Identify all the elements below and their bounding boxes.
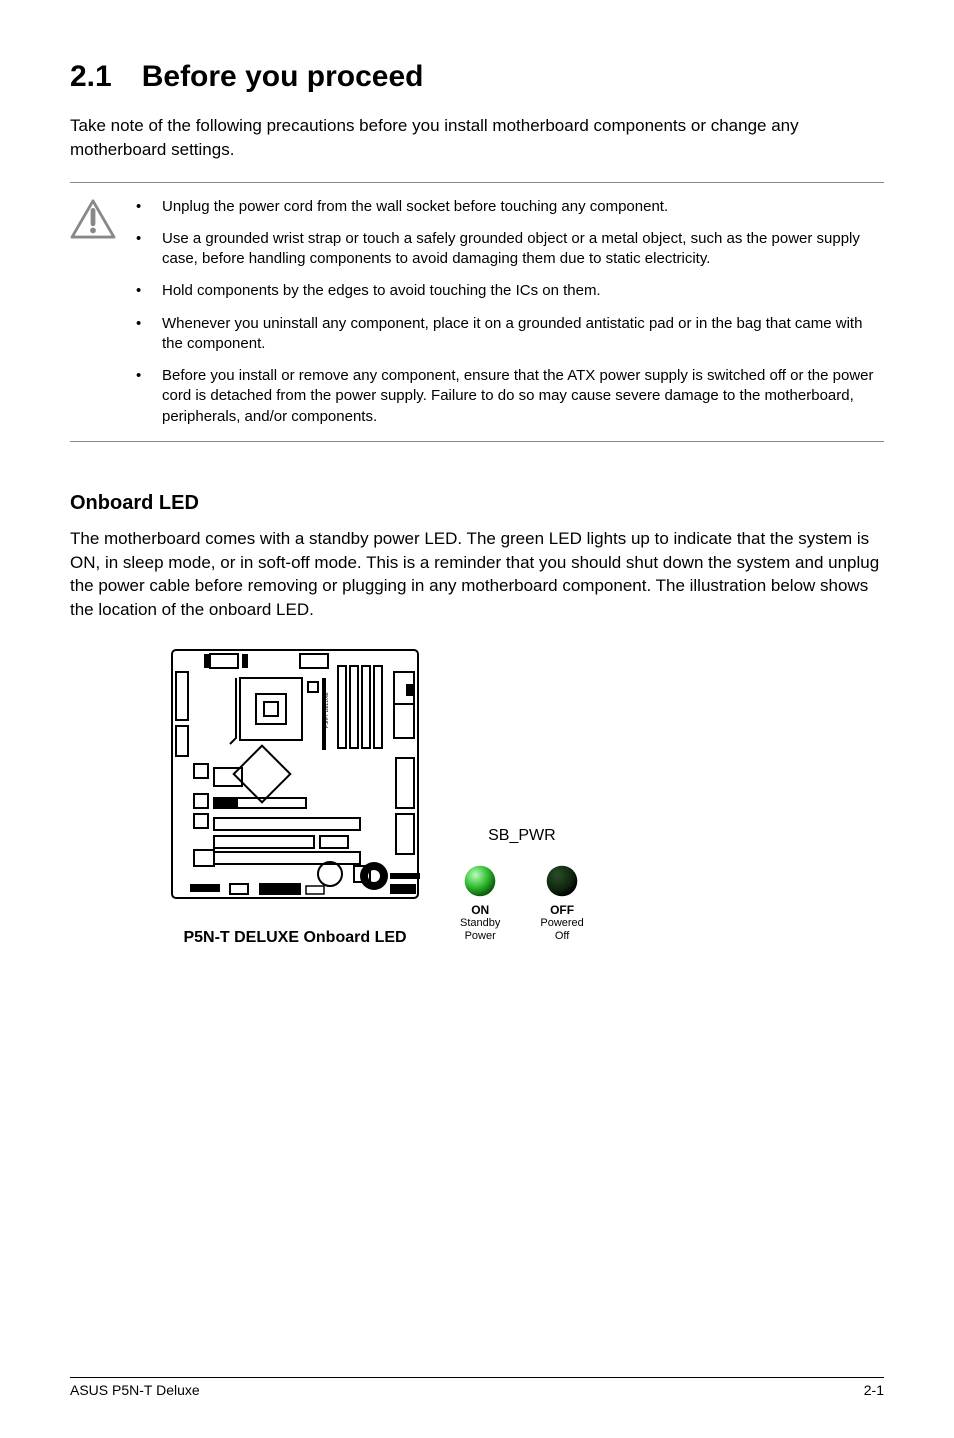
- led-off-sub1: Powered: [540, 917, 583, 930]
- page-footer: ASUS P5N-T Deluxe 2-1: [70, 1377, 884, 1398]
- caution-text: Before you install or remove any compone…: [162, 366, 884, 427]
- led-on-sub1: Standby: [460, 917, 500, 930]
- list-item: • Before you install or remove any compo…: [130, 366, 884, 427]
- caution-list: • Unplug the power cord from the wall so…: [130, 197, 884, 427]
- led-off-sub2: Off: [555, 930, 569, 943]
- led-on-item: ON Standby Power: [460, 863, 500, 943]
- caution-text: Hold components by the edges to avoid to…: [162, 281, 884, 301]
- footer-right: 2-1: [864, 1382, 884, 1398]
- section-number: 2.1: [70, 60, 112, 94]
- led-legend: SB_PWR ON Standby: [460, 827, 584, 947]
- caution-text: Use a grounded wrist strap or touch a sa…: [162, 229, 884, 270]
- list-item: • Hold components by the edges to avoid …: [130, 281, 884, 301]
- bullet-icon: •: [130, 314, 162, 355]
- caution-icon: [70, 197, 130, 244]
- led-off-icon: [544, 863, 580, 899]
- led-off-item: OFF Powered Off: [540, 863, 583, 943]
- list-item: • Unplug the power cord from the wall so…: [130, 197, 884, 217]
- motherboard-diagram: P5N-T DELUXE: [170, 648, 420, 918]
- figure: P5N-T DELUXE: [70, 648, 884, 947]
- intro-paragraph: Take note of the following precautions b…: [70, 114, 884, 162]
- caution-block: • Unplug the power cord from the wall so…: [70, 182, 884, 442]
- section-heading: 2.1 Before you proceed: [70, 60, 884, 94]
- section-title: Before you proceed: [142, 60, 424, 93]
- sub-heading: Onboard LED: [70, 492, 884, 515]
- caution-text: Unplug the power cord from the wall sock…: [162, 197, 884, 217]
- figure-caption: P5N-T DELUXE Onboard LED: [170, 929, 420, 947]
- list-item: • Whenever you uninstall any component, …: [130, 314, 884, 355]
- led-on-sub2: Power: [465, 930, 496, 943]
- footer-left: ASUS P5N-T Deluxe: [70, 1382, 200, 1398]
- list-item: • Use a grounded wrist strap or touch a …: [130, 229, 884, 270]
- led-off-name: OFF: [550, 903, 574, 917]
- bullet-icon: •: [130, 281, 162, 301]
- led-group-label: SB_PWR: [488, 827, 556, 845]
- bullet-icon: •: [130, 366, 162, 427]
- board-model-label: P5N-T DELUXE: [324, 692, 330, 728]
- board-column: P5N-T DELUXE: [170, 648, 420, 947]
- caution-text: Whenever you uninstall any component, pl…: [162, 314, 884, 355]
- bullet-icon: •: [130, 229, 162, 270]
- led-on-name: ON: [471, 903, 489, 917]
- led-on-icon: [462, 863, 498, 899]
- bullet-icon: •: [130, 197, 162, 217]
- body-paragraph: The motherboard comes with a standby pow…: [70, 527, 884, 622]
